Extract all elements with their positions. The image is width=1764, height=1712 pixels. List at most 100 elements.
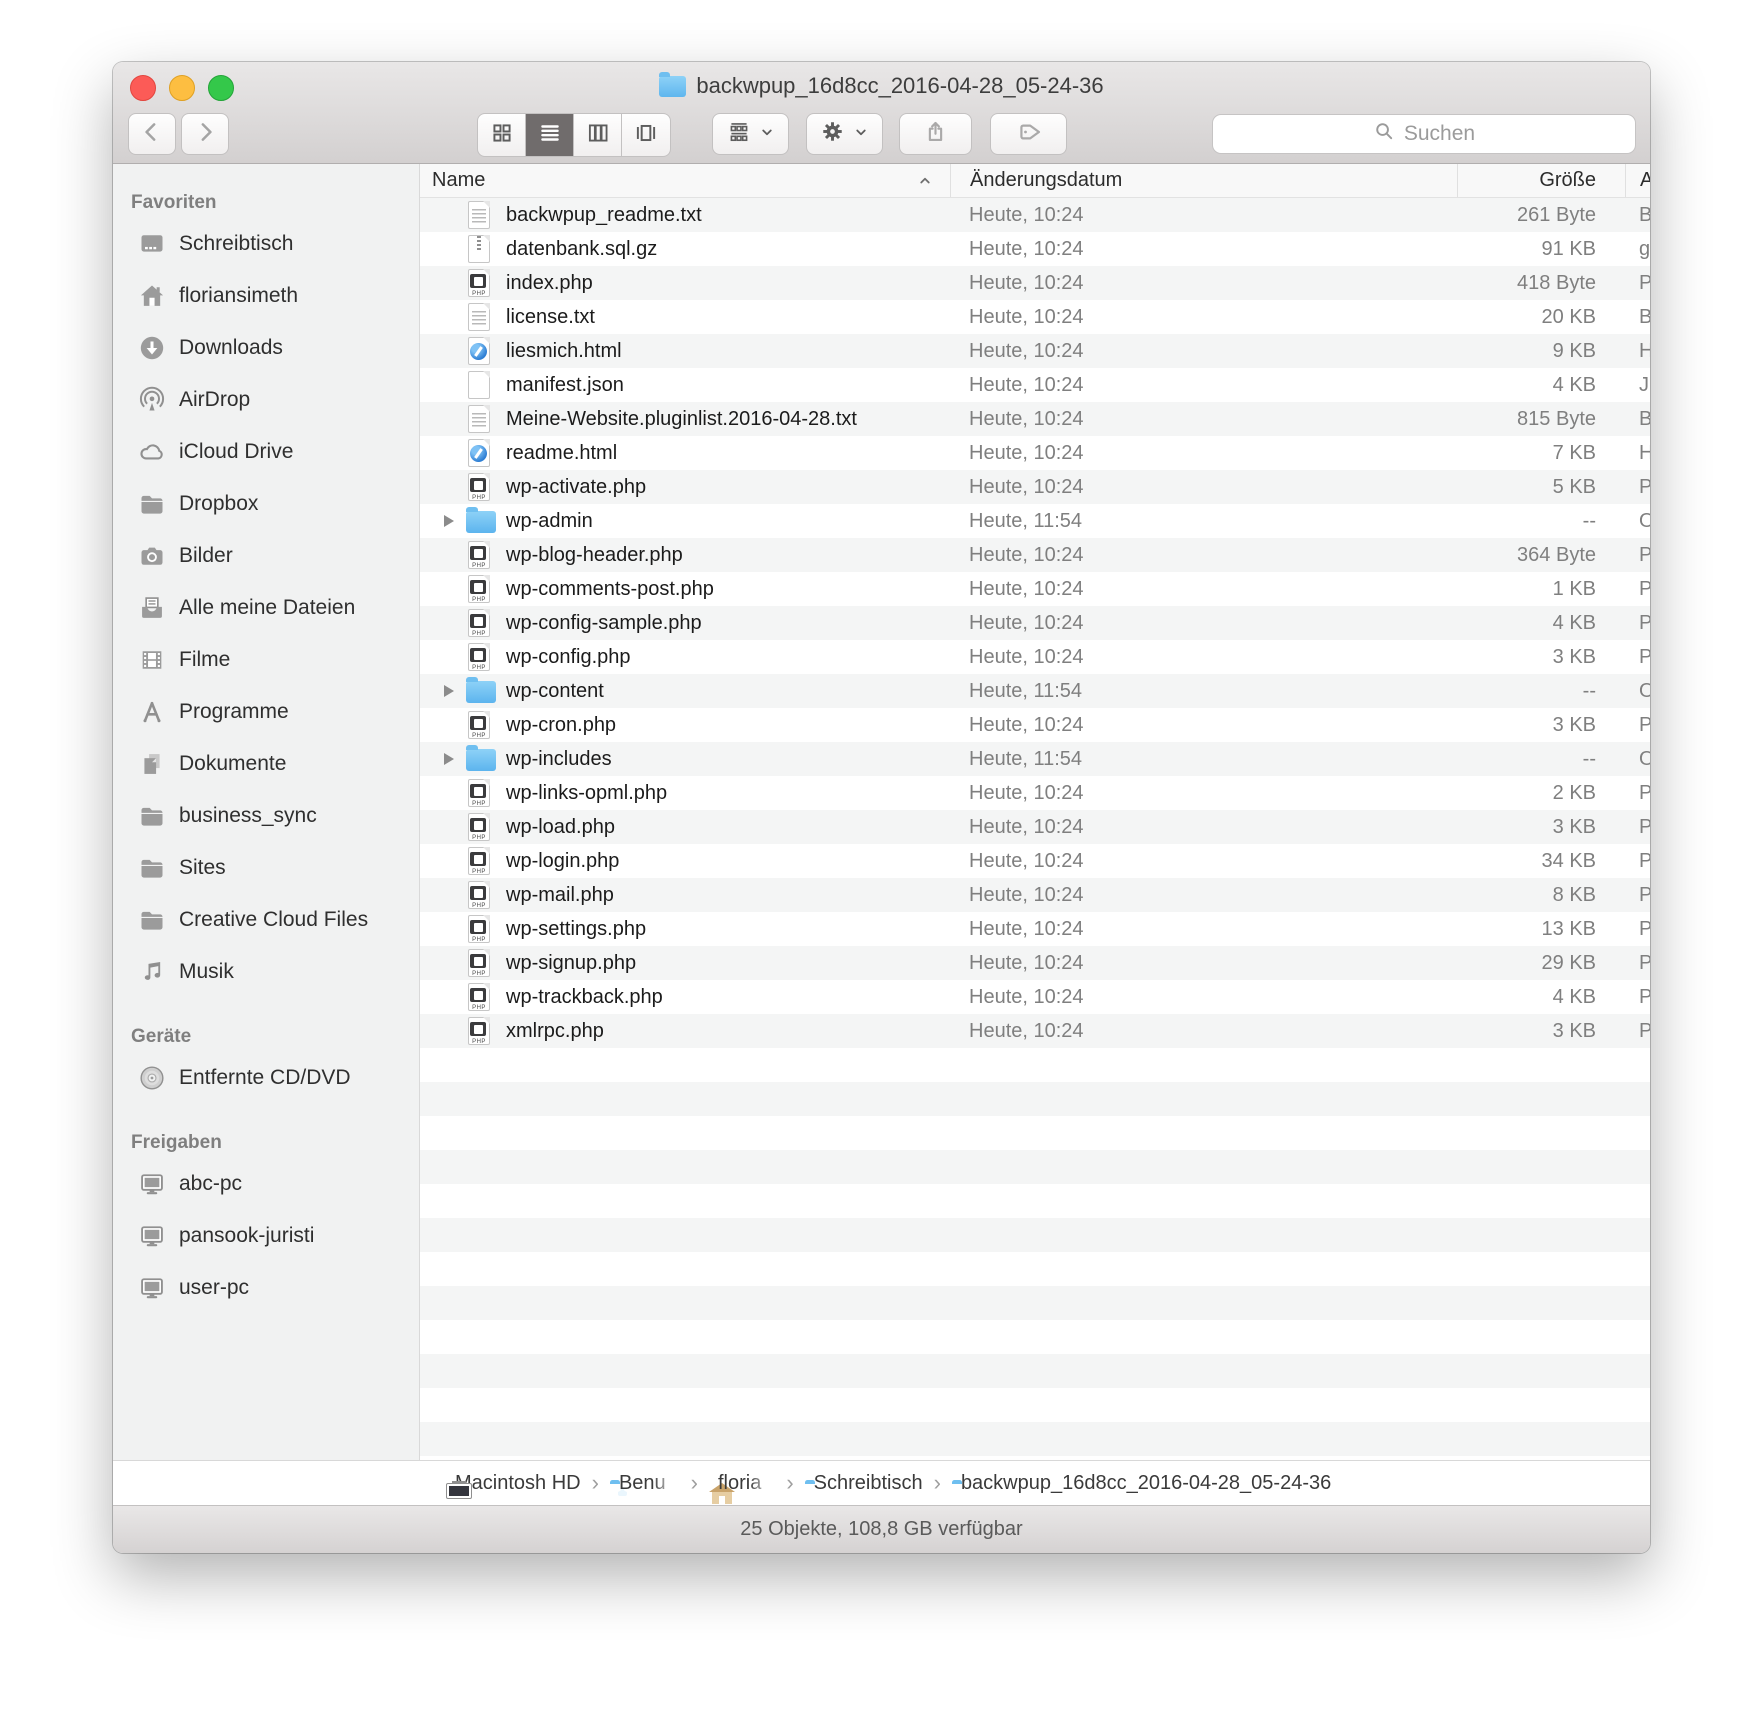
sidebar-item-label: floriansimeth — [179, 284, 298, 308]
file-row[interactable]: datenbank.sql.gzHeute, 10:2491 KBg — [420, 232, 1650, 266]
icon-view-button[interactable] — [478, 114, 526, 156]
tag-button[interactable] — [990, 113, 1067, 155]
path-segment-label: Schreibtisch — [814, 1472, 923, 1495]
disclosure-triangle-icon[interactable] — [432, 685, 466, 697]
file-size: 1 KB — [1457, 578, 1625, 601]
sidebar-item-user-pc[interactable]: user-pc — [113, 1262, 419, 1314]
php-file-icon: PHP — [466, 1016, 492, 1046]
sidebar-item-airdrop[interactable]: AirDrop — [113, 374, 419, 426]
action-button[interactable] — [806, 113, 883, 155]
file-row[interactable]: readme.htmlHeute, 10:247 KBH — [420, 436, 1650, 470]
column-header-date[interactable]: Änderungsdatum — [950, 164, 1457, 197]
sidebar-item-pansook-juristi[interactable]: pansook-juristi — [113, 1210, 419, 1262]
file-name: wp-config.php — [506, 646, 631, 669]
file-row[interactable]: license.txtHeute, 10:2420 KBB — [420, 300, 1650, 334]
sidebar-item-filme[interactable]: Filme — [113, 634, 419, 686]
file-row[interactable]: PHPwp-trackback.phpHeute, 10:244 KBP — [420, 980, 1650, 1014]
sidebar-item-label: business_sync — [179, 804, 317, 828]
sidebar-item-dokumente[interactable]: Dokumente — [113, 738, 419, 790]
file-row[interactable]: PHPindex.phpHeute, 10:24418 ByteP — [420, 266, 1650, 300]
file-kind: P — [1625, 714, 1650, 737]
file-row[interactable]: PHPwp-load.phpHeute, 10:243 KBP — [420, 810, 1650, 844]
folder-icon — [137, 905, 167, 935]
sidebar-item-icloud-drive[interactable]: iCloud Drive — [113, 426, 419, 478]
file-row[interactable]: backwpup_readme.txtHeute, 10:24261 ByteB — [420, 198, 1650, 232]
sidebar-item-abc-pc[interactable]: abc-pc — [113, 1158, 419, 1210]
document-icon — [137, 749, 167, 779]
folder-icon — [466, 744, 492, 774]
path-segment[interactable]: floria — [709, 1472, 775, 1495]
sidebar-item-downloads[interactable]: Downloads — [113, 322, 419, 374]
file-row[interactable]: PHPwp-mail.phpHeute, 10:248 KBP — [420, 878, 1650, 912]
file-row[interactable]: wp-adminHeute, 11:54--O — [420, 504, 1650, 538]
sidebar-item-schreibtisch[interactable]: Schreibtisch — [113, 218, 419, 270]
back-button[interactable] — [128, 113, 176, 155]
sidebar-item-sites[interactable]: Sites — [113, 842, 419, 894]
sidebar-item-programme[interactable]: Programme — [113, 686, 419, 738]
sidebar-item-business-sync[interactable]: business_sync — [113, 790, 419, 842]
sidebar-item-creative-cloud-files[interactable]: Creative Cloud Files — [113, 894, 419, 946]
file-row[interactable]: PHPwp-signup.phpHeute, 10:2429 KBP — [420, 946, 1650, 980]
sidebar-item-entfernte-cd-dvd[interactable]: Entfernte CD/DVD — [113, 1052, 419, 1104]
file-row[interactable]: wp-contentHeute, 11:54--O — [420, 674, 1650, 708]
sidebar-item-alle-meine-dateien[interactable]: Alle meine Dateien — [113, 582, 419, 634]
coverflow-view-button[interactable] — [622, 114, 670, 156]
search-field[interactable]: Suchen — [1212, 114, 1636, 154]
column-header-size[interactable]: Größe — [1457, 164, 1625, 197]
path-segment[interactable]: backwpup_16d8cc_2016-04-28_05-24-36 — [952, 1472, 1331, 1495]
sidebar-item-bilder[interactable]: Bilder — [113, 530, 419, 582]
file-size: -- — [1457, 680, 1625, 703]
file-size: 13 KB — [1457, 918, 1625, 941]
file-row[interactable]: PHPwp-login.phpHeute, 10:2434 KBP — [420, 844, 1650, 878]
file-name-cell: PHPwp-cron.php — [420, 710, 950, 740]
path-segment-label: floria — [718, 1472, 775, 1495]
file-row[interactable]: PHPwp-links-opml.phpHeute, 10:242 KBP — [420, 776, 1650, 810]
column-header-kind[interactable]: A — [1625, 164, 1650, 197]
file-row[interactable]: PHPwp-settings.phpHeute, 10:2413 KBP — [420, 912, 1650, 946]
file-row[interactable]: PHPxmlrpc.phpHeute, 10:243 KBP — [420, 1014, 1650, 1048]
php-file-icon: PHP — [466, 268, 492, 298]
sidebar-item-dropbox[interactable]: Dropbox — [113, 478, 419, 530]
file-row[interactable]: wp-includesHeute, 11:54--O — [420, 742, 1650, 776]
file-row[interactable]: PHPwp-comments-post.phpHeute, 10:241 KBP — [420, 572, 1650, 606]
folder-proxy-icon[interactable] — [659, 76, 686, 97]
file-row[interactable]: liesmich.htmlHeute, 10:249 KBH — [420, 334, 1650, 368]
file-kind: P — [1625, 1020, 1650, 1043]
music-icon — [137, 957, 167, 987]
column-view-button[interactable] — [574, 114, 622, 156]
disclosure-triangle-icon[interactable] — [432, 515, 466, 527]
file-row[interactable]: manifest.jsonHeute, 10:244 KBJ — [420, 368, 1650, 402]
file-name: xmlrpc.php — [506, 1020, 604, 1043]
path-segment[interactable]: Macintosh HD — [446, 1472, 581, 1495]
file-name-cell: PHPwp-signup.php — [420, 948, 950, 978]
file-date: Heute, 10:24 — [950, 646, 1457, 669]
sidebar-item-musik[interactable]: Musik — [113, 946, 419, 998]
share-button[interactable] — [899, 113, 972, 155]
file-kind: J — [1625, 374, 1650, 397]
arrange-button[interactable] — [712, 113, 789, 155]
empty-list-stripes — [420, 1048, 1650, 1460]
file-name-cell: PHPwp-trackback.php — [420, 982, 950, 1012]
sidebar-item-floriansimeth[interactable]: floriansimeth — [113, 270, 419, 322]
list-view-button[interactable] — [526, 114, 574, 156]
sidebar-section-header: Geräte — [113, 1022, 419, 1052]
file-date: Heute, 10:24 — [950, 578, 1457, 601]
path-segment[interactable]: Schreibtisch — [805, 1472, 923, 1495]
main-area: FavoritenSchreibtischfloriansimethDownlo… — [113, 164, 1650, 1460]
file-row[interactable]: PHPwp-cron.phpHeute, 10:243 KBP — [420, 708, 1650, 742]
file-row[interactable]: PHPwp-config-sample.phpHeute, 10:244 KBP — [420, 606, 1650, 640]
file-row[interactable]: Meine-Website.pluginlist.2016-04-28.txtH… — [420, 402, 1650, 436]
sidebar-item-label: Dokumente — [179, 752, 286, 776]
file-row[interactable]: PHPwp-blog-header.phpHeute, 10:24364 Byt… — [420, 538, 1650, 572]
disclosure-triangle-icon[interactable] — [432, 753, 466, 765]
file-row[interactable]: PHPwp-activate.phpHeute, 10:245 KBP — [420, 470, 1650, 504]
finder-window: backwpup_16d8cc_2016-04-28_05-24-36 — [113, 62, 1650, 1553]
file-size: 4 KB — [1457, 374, 1625, 397]
forward-button[interactable] — [181, 113, 229, 155]
file-row[interactable]: PHPwp-config.phpHeute, 10:243 KBP — [420, 640, 1650, 674]
file-date: Heute, 10:24 — [950, 1020, 1457, 1043]
column-header-name[interactable]: Name — [420, 164, 950, 197]
sidebar-section-gap — [113, 1104, 419, 1128]
path-segment[interactable]: Benu — [610, 1472, 680, 1495]
file-kind: P — [1625, 272, 1650, 295]
